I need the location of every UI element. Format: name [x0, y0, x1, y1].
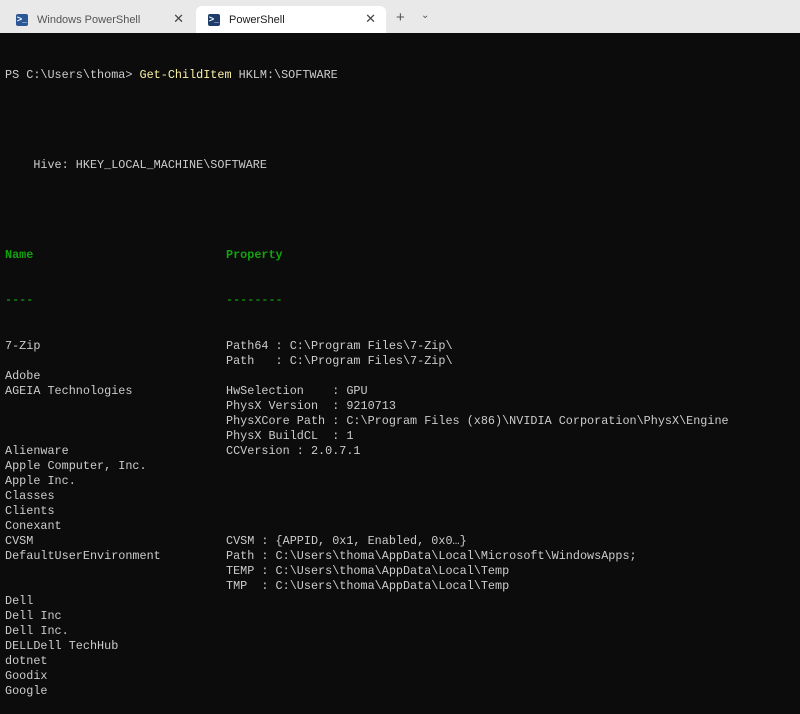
key-name: DefaultUserEnvironment: [5, 548, 161, 563]
key-name: Dell Inc: [5, 608, 62, 623]
key-property: TMP : C:\Users\thoma\AppData\Local\Temp: [226, 578, 510, 593]
powershell-icon: >_: [208, 13, 220, 26]
name-underline: ----: [5, 293, 34, 308]
key-name: Goodix: [5, 668, 48, 683]
table-row: DefaultUserEnvironment Path : C:\Users\th…: [5, 548, 637, 564]
chevron-down-icon[interactable]: ⌄: [421, 10, 429, 21]
table-row: Adobe: [5, 369, 338, 384]
table-row: CVSM CVSM : {APPID, 0x1, Enabled, 0x0…}: [5, 533, 467, 549]
table-row: Clients: [5, 504, 338, 519]
table-row: TEMP : C:\Users\thoma\AppData\Local\Temp: [5, 564, 509, 579]
key-name: Clients: [5, 503, 55, 518]
key-name: Classes: [5, 488, 55, 503]
key-property: CCVersion : 2.0.7.1: [226, 443, 361, 458]
key-property: Path : C:\Users\thoma\AppData\Local\Micr…: [226, 548, 637, 563]
command: Get-ChildItem: [139, 68, 232, 83]
key-name: Dell: [5, 593, 34, 608]
table-row: PhysX BuildCL : 1: [5, 429, 353, 444]
prompt-path: PS C:\Users\thoma>: [5, 68, 140, 83]
table-row: Goodix: [5, 669, 338, 684]
key-property: Path64 : C:\Program Files\7-Zip\: [226, 338, 453, 353]
key-name: AGEIA Technologies: [5, 383, 133, 398]
key-property: HwSelection : GPU: [226, 383, 368, 398]
key-name: Conexant: [5, 518, 62, 533]
tab-powershell[interactable]: >_ PowerShell ✕: [196, 6, 386, 33]
terminal-output[interactable]: PS C:\Users\thoma> Get-ChildItem HKLM:\S…: [5, 38, 729, 714]
table-row: Alienware CCVersion : 2.0.7.1: [5, 443, 361, 459]
property-underline: --------: [226, 293, 283, 308]
table-row: Conexant: [5, 519, 338, 534]
key-name: Apple Inc.: [5, 473, 76, 488]
tab-windows-powershell[interactable]: >_ Windows PowerShell ✕: [4, 6, 194, 33]
key-name: Alienware: [5, 443, 69, 458]
table-row: DELLDell TechHub: [5, 639, 338, 654]
key-name: Dell Inc.: [5, 623, 69, 638]
table-row: Dell Inc: [5, 609, 338, 624]
command-argument: HKLM:\SOFTWARE: [231, 68, 338, 83]
key-property: Path : C:\Program Files\7-Zip\: [226, 353, 453, 368]
property-header: Property: [226, 248, 283, 263]
table-row: PhysX Version : 9210713: [5, 399, 396, 414]
key-name: CVSM: [5, 533, 34, 548]
tab-label: PowerShell: [229, 13, 285, 26]
key-name: Adobe: [5, 368, 41, 383]
table-row: TMP : C:\Users\thoma\AppData\Local\Temp: [5, 579, 509, 594]
close-icon[interactable]: ✕: [365, 11, 376, 27]
name-header: Name: [5, 248, 34, 263]
prompt-line: PS C:\Users\thoma> Get-ChildItem HKLM:\S…: [5, 68, 338, 83]
key-name: Google: [5, 683, 48, 698]
powershell-icon: >_: [16, 13, 28, 26]
key-name: dotnet: [5, 653, 48, 668]
close-icon[interactable]: ✕: [173, 11, 184, 27]
key-property: PhysX Version : 9210713: [226, 398, 396, 413]
tab-label: Windows PowerShell: [37, 13, 141, 26]
key-name: Apple Computer, Inc.: [5, 458, 147, 473]
hive-line: Hive: HKEY_LOCAL_MACHINE\SOFTWARE: [5, 158, 267, 173]
key-property: PhysX BuildCL : 1: [226, 428, 354, 443]
table-row: Dell: [5, 594, 338, 609]
key-name: DELLDell TechHub: [5, 638, 119, 653]
table-row: PhysXCore Path : C:\Program Files (x86)\…: [5, 414, 729, 429]
new-tab-button[interactable]: +: [396, 9, 405, 26]
key-name: 7-Zip: [5, 338, 41, 353]
key-property: PhysXCore Path : C:\Program Files (x86)\…: [226, 413, 729, 428]
registry-list: 7-Zip Path64 : C:\Program Files\7-Zip\ Pat…: [5, 338, 729, 699]
table-row: Dell Inc.: [5, 624, 338, 639]
tab-bar: >_ Windows PowerShell ✕ >_ PowerShell ✕ …: [0, 0, 800, 33]
table-row: Path : C:\Program Files\7-Zip\: [5, 354, 453, 369]
table-row: Classes: [5, 489, 338, 504]
table-row: AGEIA Technologies HwSelection : GPU: [5, 383, 368, 399]
table-row: Google: [5, 684, 338, 699]
table-row: Apple Computer, Inc.: [5, 459, 338, 474]
table-row: 7-Zip Path64 : C:\Program Files\7-Zip\: [5, 338, 453, 354]
key-property: CVSM : {APPID, 0x1, Enabled, 0x0…}: [226, 533, 467, 548]
table-row: dotnet: [5, 654, 338, 669]
key-property: TEMP : C:\Users\thoma\AppData\Local\Temp: [226, 563, 510, 578]
table-row: Apple Inc.: [5, 474, 338, 489]
